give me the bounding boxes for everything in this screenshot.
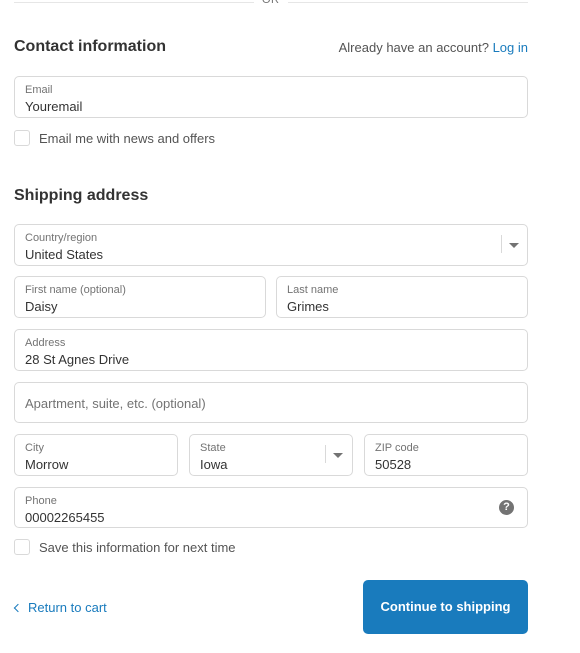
email-value: Youremail [25, 99, 83, 114]
first-name-field[interactable]: First name (optional) Daisy [14, 276, 266, 318]
newsletter-option[interactable]: Email me with news and offers [14, 130, 215, 146]
last-name-label: Last name [287, 284, 339, 296]
return-to-cart-link[interactable]: Return to cart [13, 600, 107, 615]
last-name-value: Grimes [287, 299, 329, 314]
divider-line-right [288, 2, 528, 3]
address-field[interactable]: Address 28 St Agnes Drive [14, 329, 528, 371]
chevron-left-icon [13, 603, 23, 612]
email-label: Email [25, 84, 53, 96]
city-value: Morrow [25, 457, 69, 472]
country-select[interactable]: Country/region United States [14, 224, 528, 266]
shipping-section-title: Shipping address [14, 187, 149, 204]
return-to-cart-label: Return to cart [28, 600, 107, 615]
state-value: Iowa [200, 457, 228, 472]
divider-label: OR [262, 0, 280, 6]
address-value: 28 St Agnes Drive [25, 352, 130, 367]
save-info-checkbox[interactable] [14, 539, 30, 555]
login-prompt: Already have an account? Log in [339, 40, 528, 55]
first-name-label: First name (optional) [25, 284, 126, 296]
zip-value: 50528 [375, 457, 412, 472]
continue-to-shipping-button[interactable]: Continue to shipping [363, 580, 528, 634]
save-info-option[interactable]: Save this information for next time [14, 539, 236, 555]
zip-field[interactable]: ZIP code 50528 [364, 434, 528, 476]
country-value: United States [25, 247, 104, 262]
phone-label: Phone [25, 495, 57, 507]
state-select-separator [325, 445, 326, 463]
city-field[interactable]: City Morrow [14, 434, 178, 476]
phone-value: 00002265455 [25, 510, 105, 525]
or-divider: OR [14, 0, 528, 10]
newsletter-checkbox[interactable] [14, 130, 30, 146]
city-label: City [25, 442, 44, 454]
state-label: State [200, 442, 226, 454]
country-label: Country/region [25, 232, 98, 244]
state-select[interactable]: State Iowa [189, 434, 353, 476]
login-link[interactable]: Log in [493, 40, 528, 55]
login-prompt-text: Already have an account? [338, 40, 489, 55]
apartment-field[interactable]: Apartment, suite, etc. (optional) [14, 382, 528, 423]
chevron-down-icon [333, 453, 343, 458]
chevron-down-icon [509, 243, 519, 248]
help-icon[interactable]: ? [499, 500, 514, 515]
phone-field[interactable]: Phone 00002265455 ? [14, 487, 528, 528]
divider-line-left [14, 2, 254, 3]
newsletter-label: Email me with news and offers [39, 130, 216, 146]
address-label: Address [25, 337, 66, 349]
email-field[interactable]: Email Youremail [14, 76, 528, 118]
zip-label: ZIP code [375, 442, 419, 454]
first-name-value: Daisy [25, 299, 58, 314]
country-select-separator [501, 235, 502, 253]
last-name-field[interactable]: Last name Grimes [276, 276, 528, 318]
apartment-placeholder: Apartment, suite, etc. (optional) [25, 396, 206, 411]
contact-section-title: Contact information [14, 38, 166, 55]
save-info-label: Save this information for next time [39, 539, 236, 555]
